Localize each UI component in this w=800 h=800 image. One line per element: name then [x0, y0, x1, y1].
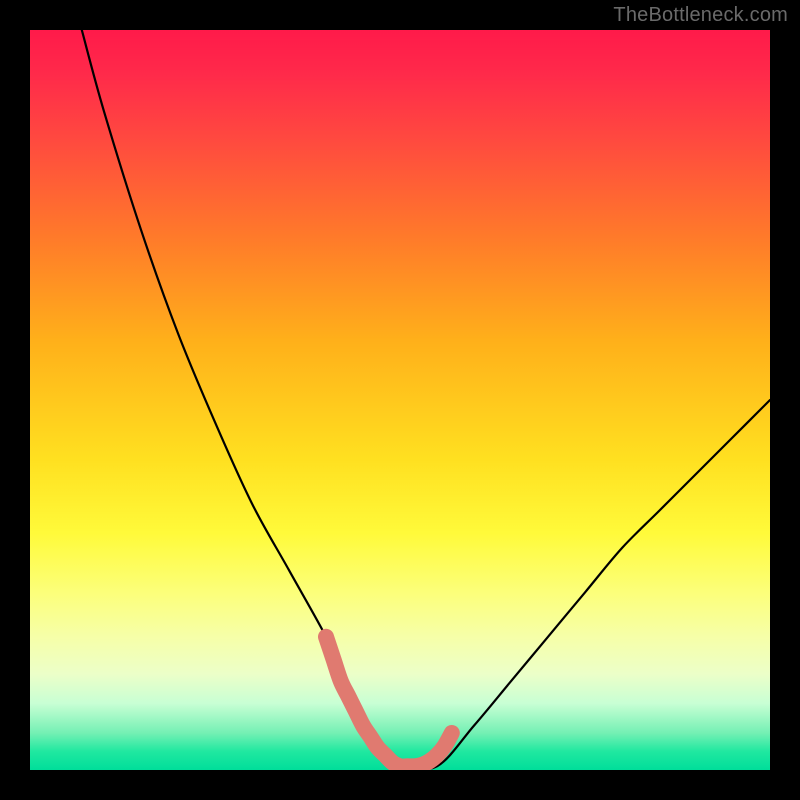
- bottleneck-curve: [82, 30, 770, 769]
- curve-layer: [30, 30, 770, 770]
- chart-frame: TheBottleneck.com: [0, 0, 800, 800]
- plot-area: [30, 30, 770, 770]
- valley-marker: [326, 637, 452, 767]
- watermark-text: TheBottleneck.com: [613, 4, 788, 27]
